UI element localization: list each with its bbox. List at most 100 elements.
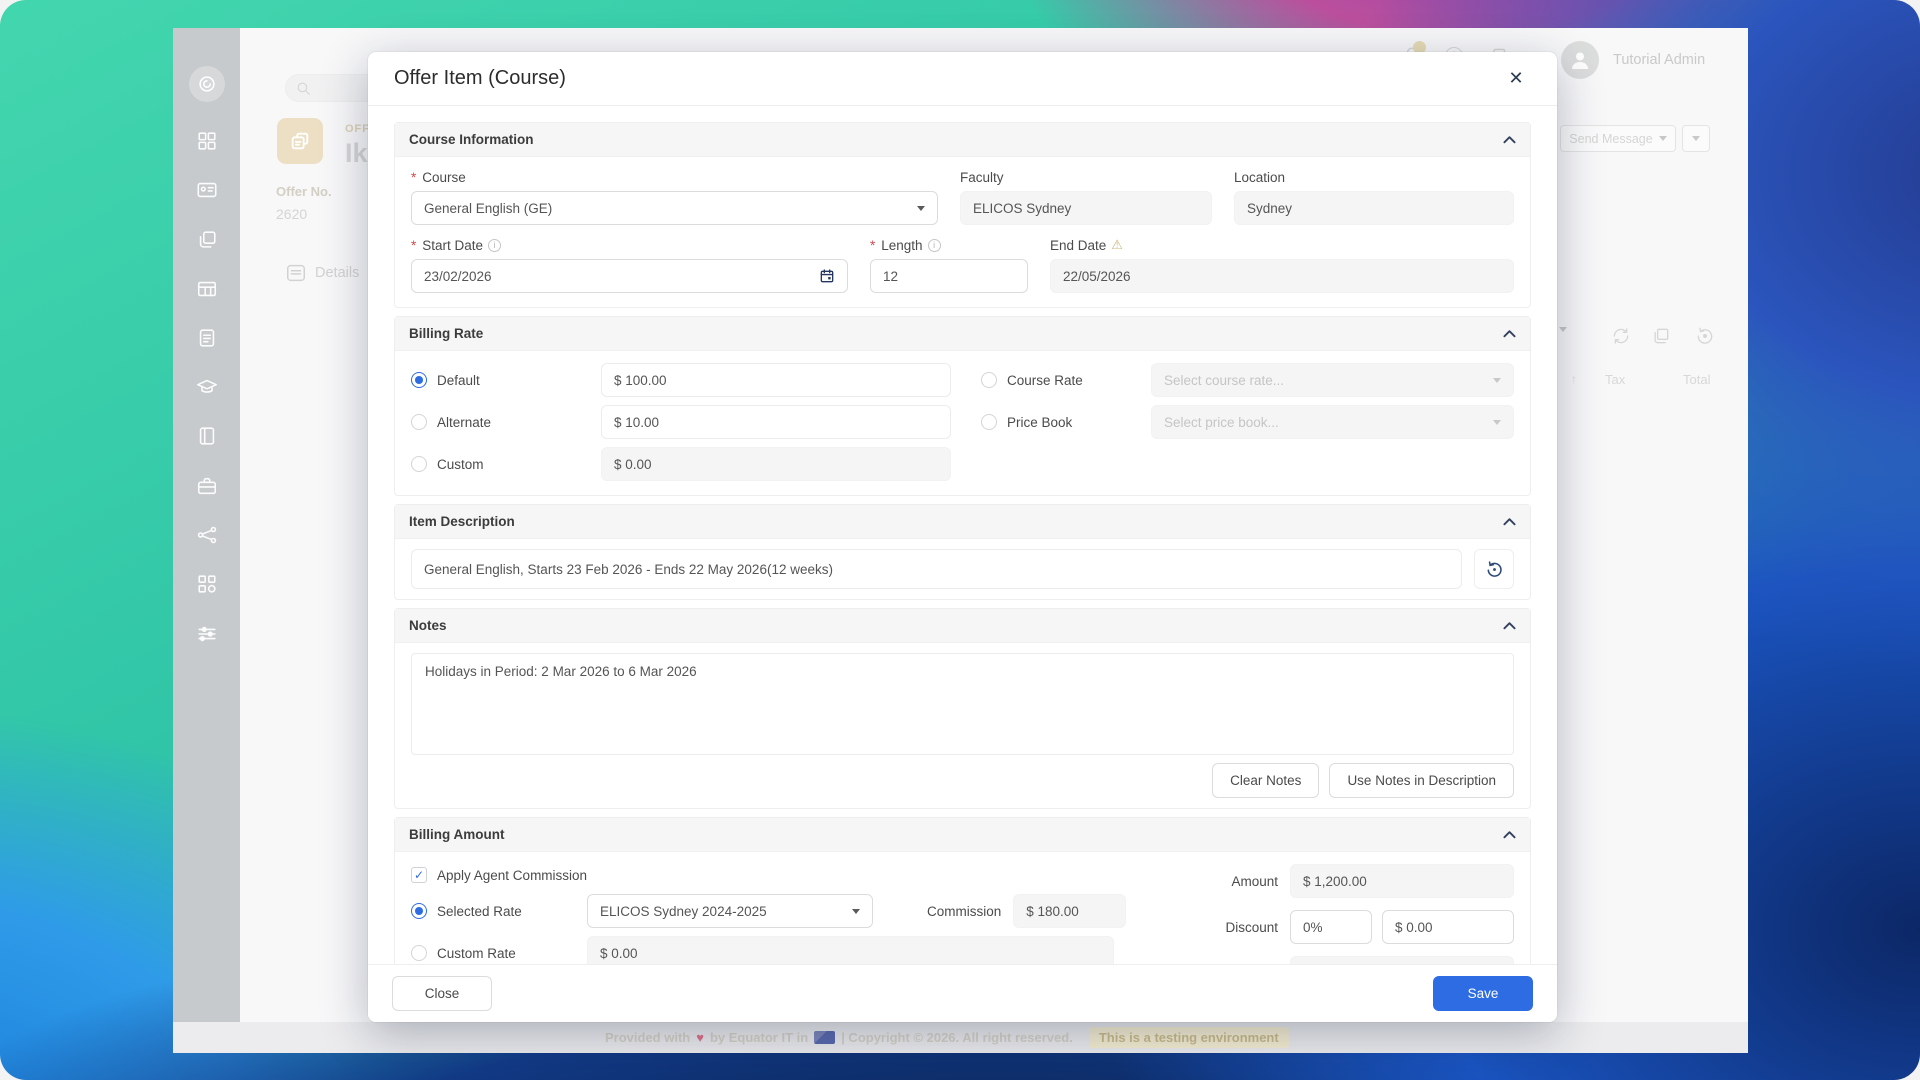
radio-selected-rate-label: Selected Rate	[437, 904, 522, 919]
start-date-input[interactable]: 23/02/2026	[411, 259, 848, 293]
section-item-description: Item Description General English, Starts…	[394, 504, 1531, 600]
footer-text: Provided with	[605, 1030, 690, 1045]
briefcase-icon[interactable]	[196, 475, 218, 497]
location-field: Sydney	[1234, 191, 1514, 225]
clear-notes-button[interactable]: Clear Notes	[1212, 763, 1319, 798]
offer-no-value: 2620	[276, 206, 307, 222]
radio-icon[interactable]	[411, 414, 427, 430]
location-label: Location	[1234, 169, 1514, 185]
radio-selected-rate[interactable]: Selected Rate	[411, 903, 587, 919]
sort-icon[interactable]	[1571, 372, 1577, 386]
section-header[interactable]: Item Description	[395, 505, 1530, 539]
reset-description-button[interactable]	[1474, 549, 1514, 589]
section-header[interactable]: Billing Amount	[395, 818, 1530, 852]
chevron-up-icon[interactable]	[1503, 517, 1516, 526]
send-message-split-button[interactable]	[1682, 125, 1710, 152]
user-name[interactable]: Tutorial Admin	[1613, 52, 1705, 68]
graduation-cap-icon[interactable]	[196, 376, 218, 398]
radio-icon[interactable]	[981, 372, 997, 388]
book-icon[interactable]	[196, 425, 218, 447]
section-header[interactable]: Billing Rate	[395, 317, 1530, 351]
chevron-up-icon[interactable]	[1503, 830, 1516, 839]
custom-commission-rate-value: $ 0.00	[600, 946, 638, 961]
notes-textarea[interactable]: Holidays in Period: 2 Mar 2026 to 6 Mar …	[411, 653, 1514, 755]
caret-down-icon	[852, 909, 860, 914]
modules-icon[interactable]	[196, 573, 218, 595]
length-input[interactable]: 12	[870, 259, 1028, 293]
section-billing-rate: Billing Rate Default $ 100	[394, 316, 1531, 496]
end-date-field: 22/05/2026	[1050, 259, 1514, 293]
table-icon[interactable]	[196, 278, 218, 300]
radio-icon[interactable]	[411, 456, 427, 472]
invoice-icon[interactable]	[196, 327, 218, 349]
notes-value: Holidays in Period: 2 Mar 2026 to 6 Mar …	[425, 664, 697, 679]
course-rate-placeholder: Select course rate...	[1164, 373, 1284, 388]
section-billing-amount: Billing Amount Apply Agent Commission Se…	[394, 817, 1531, 964]
caret-down-icon	[1659, 136, 1667, 141]
radio-icon[interactable]	[411, 945, 427, 961]
sliders-icon[interactable]	[196, 623, 218, 645]
modal-body: Course Information Course General Englis…	[368, 106, 1557, 964]
chevron-up-icon[interactable]	[1503, 329, 1516, 338]
faculty-label: Faculty	[960, 169, 1212, 185]
tab-details[interactable]: Details	[285, 262, 359, 284]
radio-alternate-label: Alternate	[437, 415, 491, 430]
radio-custom-rate[interactable]: Custom Rate	[411, 945, 587, 961]
radio-alternate[interactable]: Alternate	[411, 414, 601, 430]
use-notes-button[interactable]: Use Notes in Description	[1329, 763, 1514, 798]
apply-agent-commission-label: Apply Agent Commission	[437, 868, 587, 883]
section-title: Billing Amount	[409, 827, 504, 842]
send-message-button[interactable]: Send Message	[1560, 125, 1676, 152]
copy-pages-icon[interactable]	[196, 229, 218, 251]
section-course-information: Course Information Course General Englis…	[394, 122, 1531, 308]
radio-custom[interactable]: Custom	[411, 456, 601, 472]
close-button[interactable]: Close	[392, 976, 492, 1011]
length-label-text: Length	[881, 238, 922, 253]
radio-icon[interactable]	[411, 372, 427, 388]
chevron-up-icon[interactable]	[1503, 135, 1516, 144]
end-date-value: 22/05/2026	[1063, 269, 1131, 284]
save-button[interactable]: Save	[1433, 976, 1533, 1011]
footer-text: by Equator IT in	[710, 1030, 808, 1045]
tab-details-label: Details	[315, 265, 359, 281]
caret-down-icon	[1559, 327, 1567, 332]
grid-icon[interactable]	[196, 130, 218, 152]
location-value: Sydney	[1247, 201, 1292, 216]
info-icon	[488, 239, 501, 252]
section-notes: Notes Holidays in Period: 2 Mar 2026 to …	[394, 608, 1531, 809]
alternate-rate-input[interactable]: $ 10.00	[601, 405, 951, 439]
close-icon[interactable]	[1501, 64, 1531, 94]
radio-course-rate[interactable]: Course Rate	[981, 372, 1151, 388]
item-description-input[interactable]: General English, Starts 23 Feb 2026 - En…	[411, 549, 1462, 589]
testing-environment-badge: This is a testing environment	[1089, 1027, 1289, 1048]
radio-price-book-label: Price Book	[1007, 415, 1072, 430]
id-card-icon[interactable]	[196, 179, 218, 201]
radio-price-book[interactable]: Price Book	[981, 414, 1151, 430]
refresh-icon[interactable]	[1611, 326, 1631, 346]
section-header[interactable]: Notes	[395, 609, 1530, 643]
course-select[interactable]: General English (GE)	[411, 191, 938, 225]
default-rate-input[interactable]: $ 100.00	[601, 363, 951, 397]
sidebar	[173, 28, 240, 1053]
selected-rate-select[interactable]: ELICOS Sydney 2024-2025	[587, 894, 873, 928]
chevron-up-icon[interactable]	[1503, 621, 1516, 630]
app-logo[interactable]	[189, 66, 225, 102]
share-network-icon[interactable]	[196, 524, 218, 546]
radio-icon[interactable]	[981, 414, 997, 430]
avatar[interactable]	[1561, 41, 1599, 79]
modal-title: Offer Item (Course)	[394, 67, 566, 90]
page-footer: Provided with by Equator IT in | Copyrig…	[173, 1022, 1748, 1053]
price-book-placeholder: Select price book...	[1164, 415, 1279, 430]
history-icon[interactable]	[1695, 326, 1715, 346]
calendar-icon[interactable]	[819, 268, 835, 284]
section-header[interactable]: Course Information	[395, 123, 1530, 157]
discount-amount-input[interactable]: $ 0.00	[1382, 910, 1514, 944]
column-header-tax: Tax	[1605, 372, 1625, 387]
radio-default[interactable]: Default	[411, 372, 601, 388]
commission-value: $ 180.00	[1026, 904, 1079, 919]
copy-icon[interactable]	[1651, 326, 1671, 346]
checkbox-checked-icon[interactable]	[411, 867, 427, 883]
course-rate-select: Select course rate...	[1151, 363, 1514, 397]
radio-icon[interactable]	[411, 903, 427, 919]
discount-percent-input[interactable]: 0%	[1290, 910, 1372, 944]
